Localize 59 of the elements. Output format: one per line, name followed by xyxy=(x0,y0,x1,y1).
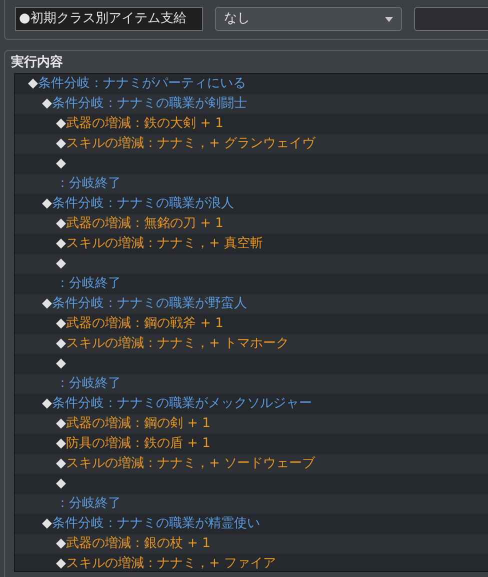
diamond-marker: ◆ xyxy=(56,235,66,254)
name-field[interactable]: ●初期クラス別アイテム支給 xyxy=(15,7,203,31)
command-row[interactable]: ◆条件分岐：ナナミの職業が剣闘士 xyxy=(15,94,488,114)
diamond-marker: ◆ xyxy=(56,355,66,374)
command-text: 条件分岐：ナナミの職業が野蛮人 xyxy=(52,295,247,314)
command-row[interactable]: ◆スキルの増減：ナナミ，+ ソードウェーブ xyxy=(15,454,488,474)
diamond-marker: ◆ xyxy=(42,95,52,114)
command-row[interactable]: ◆条件分岐：ナナミの職業が野蛮人 xyxy=(15,294,488,314)
command-text: スキルの増減：ナナミ，+ ソードウェーブ xyxy=(66,454,316,474)
command-text: 武器の増減：鋼の戦斧 + 1 xyxy=(66,314,224,334)
command-text: ：分岐終了 xyxy=(56,375,121,394)
command-row[interactable]: ◆スキルの増減：ナナミ，+ トマホーク xyxy=(15,334,488,354)
diamond-marker: ◆ xyxy=(56,215,66,234)
command-text: 条件分岐：ナナミがパーティにいる xyxy=(38,75,246,94)
diamond-marker: ◆ xyxy=(42,295,52,314)
command-row[interactable]: ◆武器の増減：銀の杖 + 1 xyxy=(15,534,488,554)
trigger-dropdown[interactable]: なし xyxy=(214,7,402,31)
command-row[interactable]: ◆ xyxy=(15,254,488,274)
command-row[interactable]: ：分岐終了 xyxy=(15,494,488,514)
command-text: 武器の増減：鉄の大剣 + 1 xyxy=(66,114,224,134)
command-text: 武器の増減：鋼の剣 + 1 xyxy=(66,414,210,434)
command-text: 武器の増減：無銘の刀 + 1 xyxy=(66,214,224,234)
command-text: ：分岐終了 xyxy=(56,495,121,514)
diamond-marker: ◆ xyxy=(56,435,66,454)
diamond-marker: ◆ xyxy=(56,335,66,354)
diamond-marker: ◆ xyxy=(56,155,66,174)
diamond-marker: ◆ xyxy=(56,475,66,494)
switch-field[interactable] xyxy=(414,7,488,31)
diamond-marker: ◆ xyxy=(56,555,66,571)
command-row[interactable]: ◆武器の増減：鋼の剣 + 1 xyxy=(15,414,488,434)
command-text: スキルの増減：ナナミ，+ ファイア xyxy=(66,554,276,571)
command-text: 武器の増減：銀の杖 + 1 xyxy=(66,534,210,554)
command-text: 条件分岐：ナナミの職業が精霊使い xyxy=(52,515,260,534)
diamond-marker: ◆ xyxy=(42,515,52,534)
command-text: 条件分岐：ナナミの職業がメックソルジャー xyxy=(52,395,312,414)
diamond-marker: ◆ xyxy=(42,195,52,214)
diamond-marker: ◆ xyxy=(56,455,66,474)
panel-title: 実行内容 xyxy=(10,54,64,72)
diamond-marker: ◆ xyxy=(42,395,52,414)
command-row[interactable]: ：分岐終了 xyxy=(15,374,488,394)
command-row[interactable]: ◆武器の増減：無銘の刀 + 1 xyxy=(15,214,488,234)
command-text: スキルの増減：ナナミ，+ トマホーク xyxy=(66,334,290,354)
command-row[interactable]: ：分岐終了 xyxy=(15,174,488,194)
diamond-marker: ◆ xyxy=(28,75,38,94)
diamond-marker: ◆ xyxy=(56,115,66,134)
diamond-marker: ◆ xyxy=(56,135,66,154)
command-text: スキルの増減：ナナミ，+ 真空斬 xyxy=(66,234,264,254)
command-text: 防具の増減：鉄の盾 + 1 xyxy=(66,434,210,454)
diamond-marker: ◆ xyxy=(56,535,66,554)
command-text: スキルの増減：ナナミ，+ グランウェイヴ xyxy=(66,134,316,154)
command-text: ：分岐終了 xyxy=(56,175,121,194)
command-text: ：分岐終了 xyxy=(56,275,121,294)
caret-icon xyxy=(384,16,393,22)
diamond-marker: ◆ xyxy=(56,415,66,434)
diamond-marker: ◆ xyxy=(56,315,66,334)
command-row[interactable]: ◆スキルの増減：ナナミ，+ グランウェイヴ xyxy=(15,134,488,154)
diamond-marker: ◆ xyxy=(56,255,66,274)
command-text: 条件分岐：ナナミの職業が浪人 xyxy=(52,195,234,214)
command-text: 条件分岐：ナナミの職業が剣闘士 xyxy=(52,95,247,114)
